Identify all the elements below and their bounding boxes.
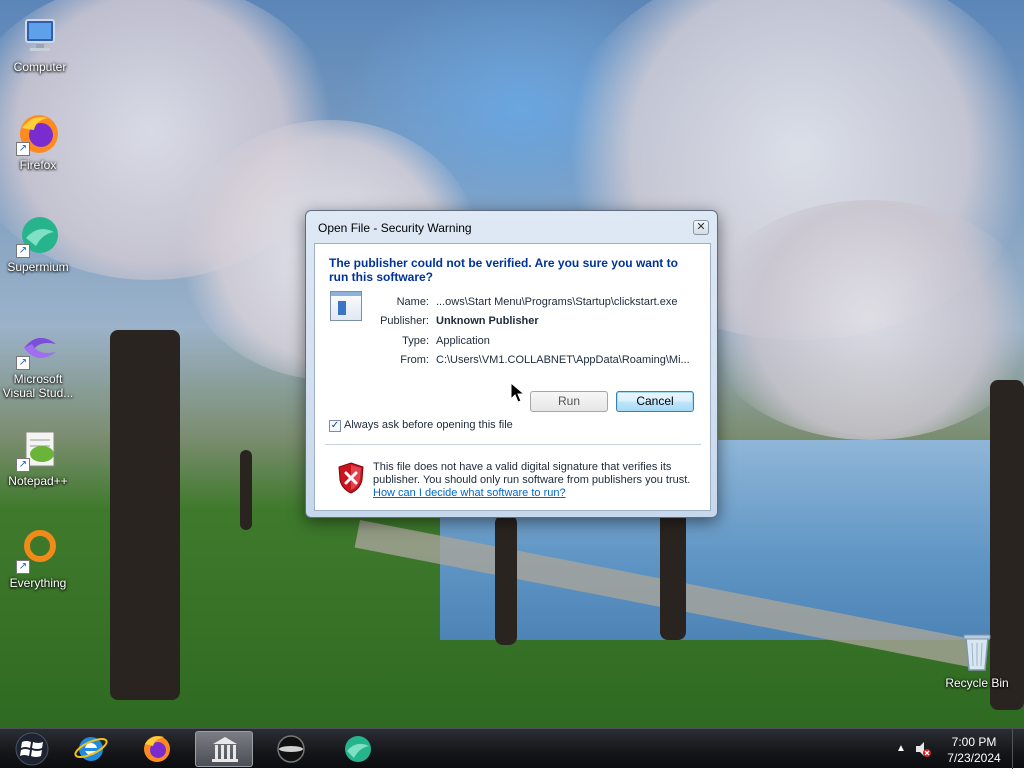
dialog-title: Open File - Security Warning (318, 221, 472, 235)
warning-message: This file does not have a valid digital … (373, 461, 691, 486)
taskbar-firefox[interactable] (128, 731, 186, 767)
library-icon (212, 737, 238, 762)
clock-time: 7:00 PM (951, 735, 997, 749)
shortcut-arrow-icon: ↗ (16, 560, 30, 574)
desktop-icon-everything[interactable]: ↗ Everything (0, 530, 76, 590)
close-button[interactable]: ✕ (693, 220, 709, 235)
show-desktop-button[interactable] (1012, 729, 1024, 769)
from-value: C:\Users\VM1.COLLABNET\AppData\Roaming\M… (436, 354, 690, 366)
notepad-plus-plus-icon: ↗ (16, 428, 60, 472)
name-value: ...ows\Start Menu\Programs\Startup\click… (436, 296, 678, 308)
dialog-separator (325, 444, 701, 445)
shortcut-arrow-icon: ↗ (16, 356, 30, 370)
internet-explorer-icon (74, 737, 108, 761)
desktop-icon-label: Microsoft Visual Stud... (2, 372, 74, 400)
publisher-label: Publisher: (380, 315, 429, 327)
desktop-icon-supermium[interactable]: ↗ Supermium (0, 214, 76, 274)
dialog-body: The publisher could not be verified. Are… (314, 243, 711, 511)
wallpaper-trunk (495, 515, 517, 645)
computer-icon (18, 14, 62, 58)
everything-search-icon: ↗ (16, 530, 60, 574)
speaker-muted-icon[interactable] (914, 740, 932, 758)
publisher-value: Unknown Publisher (436, 315, 539, 327)
clock-date: 7/23/2024 (947, 751, 1001, 765)
wallpaper-trunk (240, 450, 252, 530)
shortcut-arrow-icon: ↗ (16, 458, 30, 472)
taskbar-supermium[interactable] (329, 731, 387, 767)
always-ask-label[interactable]: Always ask before opening this file (344, 419, 513, 431)
from-label: From: (400, 354, 429, 366)
name-label: Name: (396, 296, 429, 308)
desktop-icon-label: Computer (13, 60, 67, 74)
windows-logo-icon (15, 732, 49, 766)
always-ask-checkbox[interactable]: ✓ (329, 420, 341, 432)
close-icon: ✕ (696, 221, 706, 233)
system-clock[interactable]: 7:00 PM 7/23/2024 (944, 734, 1004, 766)
security-shield-icon (338, 462, 364, 494)
recycle-bin-icon (955, 630, 999, 674)
run-button[interactable]: Run (530, 391, 608, 412)
firefox-icon: ↗ (16, 112, 60, 156)
wallpaper-trunk (110, 330, 180, 700)
visual-studio-icon: ↗ (16, 326, 60, 370)
supermium-icon (345, 736, 371, 762)
firefox-icon (144, 736, 170, 762)
wallpaper-trunk (660, 510, 686, 640)
taskbar-sphere-app[interactable] (262, 731, 320, 767)
type-value: Application (436, 335, 490, 347)
desktop-icon-label: Supermium (7, 260, 69, 274)
taskbar-internet-explorer[interactable] (62, 731, 120, 767)
desktop-icon-computer[interactable]: Computer (2, 14, 78, 74)
desktop-icon-visual-studio[interactable]: ↗ Microsoft Visual Stud... (0, 326, 76, 400)
desktop-icon-label: Firefox (19, 158, 57, 172)
desktop-icon-label: Recycle Bin (945, 676, 1009, 690)
supermium-icon: ↗ (16, 214, 60, 258)
mouse-cursor-icon (510, 381, 526, 404)
start-button[interactable] (10, 732, 54, 766)
taskbar-library[interactable] (195, 731, 253, 767)
sphere-icon (277, 735, 305, 763)
wallpaper-blossom (700, 200, 1024, 440)
dialog-headline: The publisher could not be verified. Are… (329, 256, 678, 284)
security-warning-dialog: Open File - Security Warning ✕ The publi… (305, 210, 718, 518)
desktop-icon-recycle-bin[interactable]: Recycle Bin (940, 630, 1014, 690)
cancel-button[interactable]: Cancel (616, 391, 694, 412)
desktop-icon-label: Notepad++ (8, 474, 68, 488)
desktop-icon-notepad-plus-plus[interactable]: ↗ Notepad++ (0, 428, 76, 488)
desktop-icon-firefox[interactable]: ↗ Firefox (0, 112, 76, 172)
type-label: Type: (402, 335, 429, 347)
desktop-icon-label: Everything (9, 576, 67, 590)
shortcut-arrow-icon: ↗ (16, 142, 30, 156)
shortcut-arrow-icon: ↗ (16, 244, 30, 258)
taskbar: ▲ 7:00 PM 7/23/2024 (0, 728, 1024, 769)
show-hidden-icons-button[interactable]: ▲ (896, 743, 906, 754)
help-link[interactable]: How can I decide what software to run? (373, 487, 566, 499)
